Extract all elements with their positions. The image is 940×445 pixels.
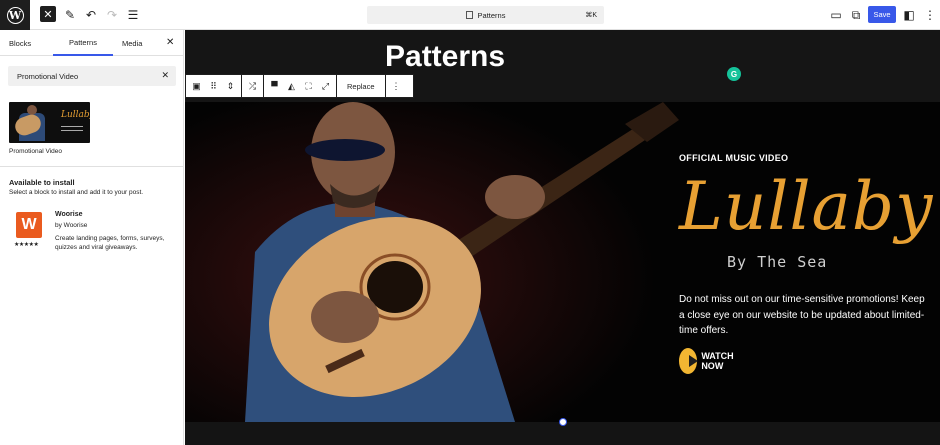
more-options-icon[interactable]: ⋮: [921, 6, 939, 24]
hero-title[interactable]: Lullaby: [679, 172, 933, 242]
toolbar-group-layout: ▀ ◭ ⛶ ⤢: [264, 75, 337, 97]
redo-icon[interactable]: ↷: [103, 6, 121, 24]
watch-now-label[interactable]: WATCH NOW: [701, 351, 741, 371]
command-palette-button[interactable]: Patterns ⌘K: [367, 6, 604, 24]
pattern-preview-thumbnail[interactable]: Lullaby: [9, 102, 90, 143]
promotional-video-cover[interactable]: OFFICIAL MUSIC VIDEO Lullaby By The Sea …: [185, 102, 940, 422]
pen-tool-icon[interactable]: ✎: [61, 6, 79, 24]
fretting-hand: [485, 175, 545, 219]
grammarly-icon[interactable]: G: [727, 67, 741, 81]
duotone-icon[interactable]: ◭: [285, 80, 298, 93]
guitar-soundhole: [367, 261, 423, 313]
thumbnail-line: [61, 130, 83, 131]
toolbar-group-parent: ▣ ⠿ ⇕: [186, 75, 242, 97]
inserter-sidebar: Blocks Patterns Media ✕ Promotional Vide…: [0, 30, 184, 445]
available-to-install-subtitle: Select a block to install and add it to …: [9, 189, 144, 196]
list-view-icon[interactable]: ☰: [124, 6, 142, 24]
wordpress-logo-icon[interactable]: W: [0, 0, 30, 30]
plugin-name[interactable]: Woorise: [55, 211, 83, 218]
hero-description[interactable]: Do not miss out on our time-sensitive pr…: [679, 292, 929, 339]
fullscreen-icon[interactable]: ⤢: [319, 80, 332, 93]
content-position-icon[interactable]: ▀: [268, 80, 281, 93]
pattern-search-input[interactable]: Promotional Video ✕: [8, 66, 176, 86]
plugin-author: by Woorise: [55, 222, 88, 229]
plugin-description: Create landing pages, forms, surveys, qu…: [55, 235, 165, 251]
pattern-label: Promotional Video: [9, 148, 62, 155]
command-title: Patterns: [477, 10, 506, 20]
woorise-logo-icon[interactable]: W: [16, 212, 42, 238]
rating-stars: ★★★★★: [14, 242, 39, 248]
replace-button[interactable]: Replace: [341, 82, 381, 91]
tab-blocks[interactable]: Blocks: [9, 30, 31, 56]
command-shortcut: ⌘K: [585, 12, 597, 19]
sunglasses: [305, 139, 385, 161]
save-button[interactable]: Save: [868, 6, 896, 23]
close-icon[interactable]: ✕: [40, 6, 56, 22]
full-height-icon[interactable]: ⛶: [302, 80, 315, 93]
tab-media[interactable]: Media: [122, 30, 142, 56]
drag-handle-icon[interactable]: ⠿: [207, 80, 220, 93]
thumbnail-title: Lullaby: [61, 110, 90, 120]
toolbar-group-transform: ⤮: [242, 75, 264, 97]
undo-icon[interactable]: ↶: [82, 6, 100, 24]
toolbar-group-replace: Replace: [337, 75, 386, 97]
search-value: Promotional Video: [17, 71, 79, 81]
cover-block-icon[interactable]: ▣: [190, 80, 203, 93]
shuffle-icon[interactable]: ⤮: [246, 80, 259, 93]
move-up-down-icon[interactable]: ⇕: [224, 80, 237, 93]
thumbnail-line: [61, 126, 83, 127]
resize-handle[interactable]: [559, 418, 567, 426]
editor-top-bar: W ✕ ✎ ↶ ↷ ☰ Patterns ⌘K ▭ ⧉ Save ◧ ⋮: [0, 0, 940, 30]
play-icon[interactable]: [679, 348, 699, 374]
desktop-preview-icon[interactable]: ▭: [827, 6, 845, 24]
hero-subtitle[interactable]: By The Sea: [727, 253, 827, 271]
close-inserter-icon[interactable]: ✕: [166, 37, 174, 48]
inserter-tabs: Blocks Patterns Media ✕: [0, 30, 183, 56]
toolbar-group-options: ⋮: [386, 75, 407, 97]
available-to-install-heading: Available to install: [9, 178, 75, 187]
clear-search-icon[interactable]: ✕: [161, 70, 169, 81]
block-toolbar: ▣ ⠿ ⇕ ⤮ ▀ ◭ ⛶ ⤢ Replace ⋮: [185, 74, 414, 98]
editor-canvas: Patterns G ▣ ⠿ ⇕ ⤮ ▀ ◭ ⛶ ⤢ Replace ⋮ OFF…: [185, 30, 940, 445]
tab-patterns[interactable]: Patterns: [53, 30, 113, 56]
watch-now-button[interactable]: WATCH NOW: [679, 348, 741, 374]
settings-sidebar-icon[interactable]: ◧: [900, 6, 918, 24]
guitarist-photo: [185, 102, 679, 422]
page-heading[interactable]: Patterns: [385, 40, 505, 74]
divider: [0, 166, 184, 167]
strumming-hand: [311, 291, 379, 343]
external-link-icon[interactable]: ⧉: [847, 6, 865, 24]
document-icon: [465, 11, 473, 19]
hero-eyebrow[interactable]: OFFICIAL MUSIC VIDEO: [679, 153, 788, 163]
block-options-icon[interactable]: ⋮: [390, 80, 403, 93]
